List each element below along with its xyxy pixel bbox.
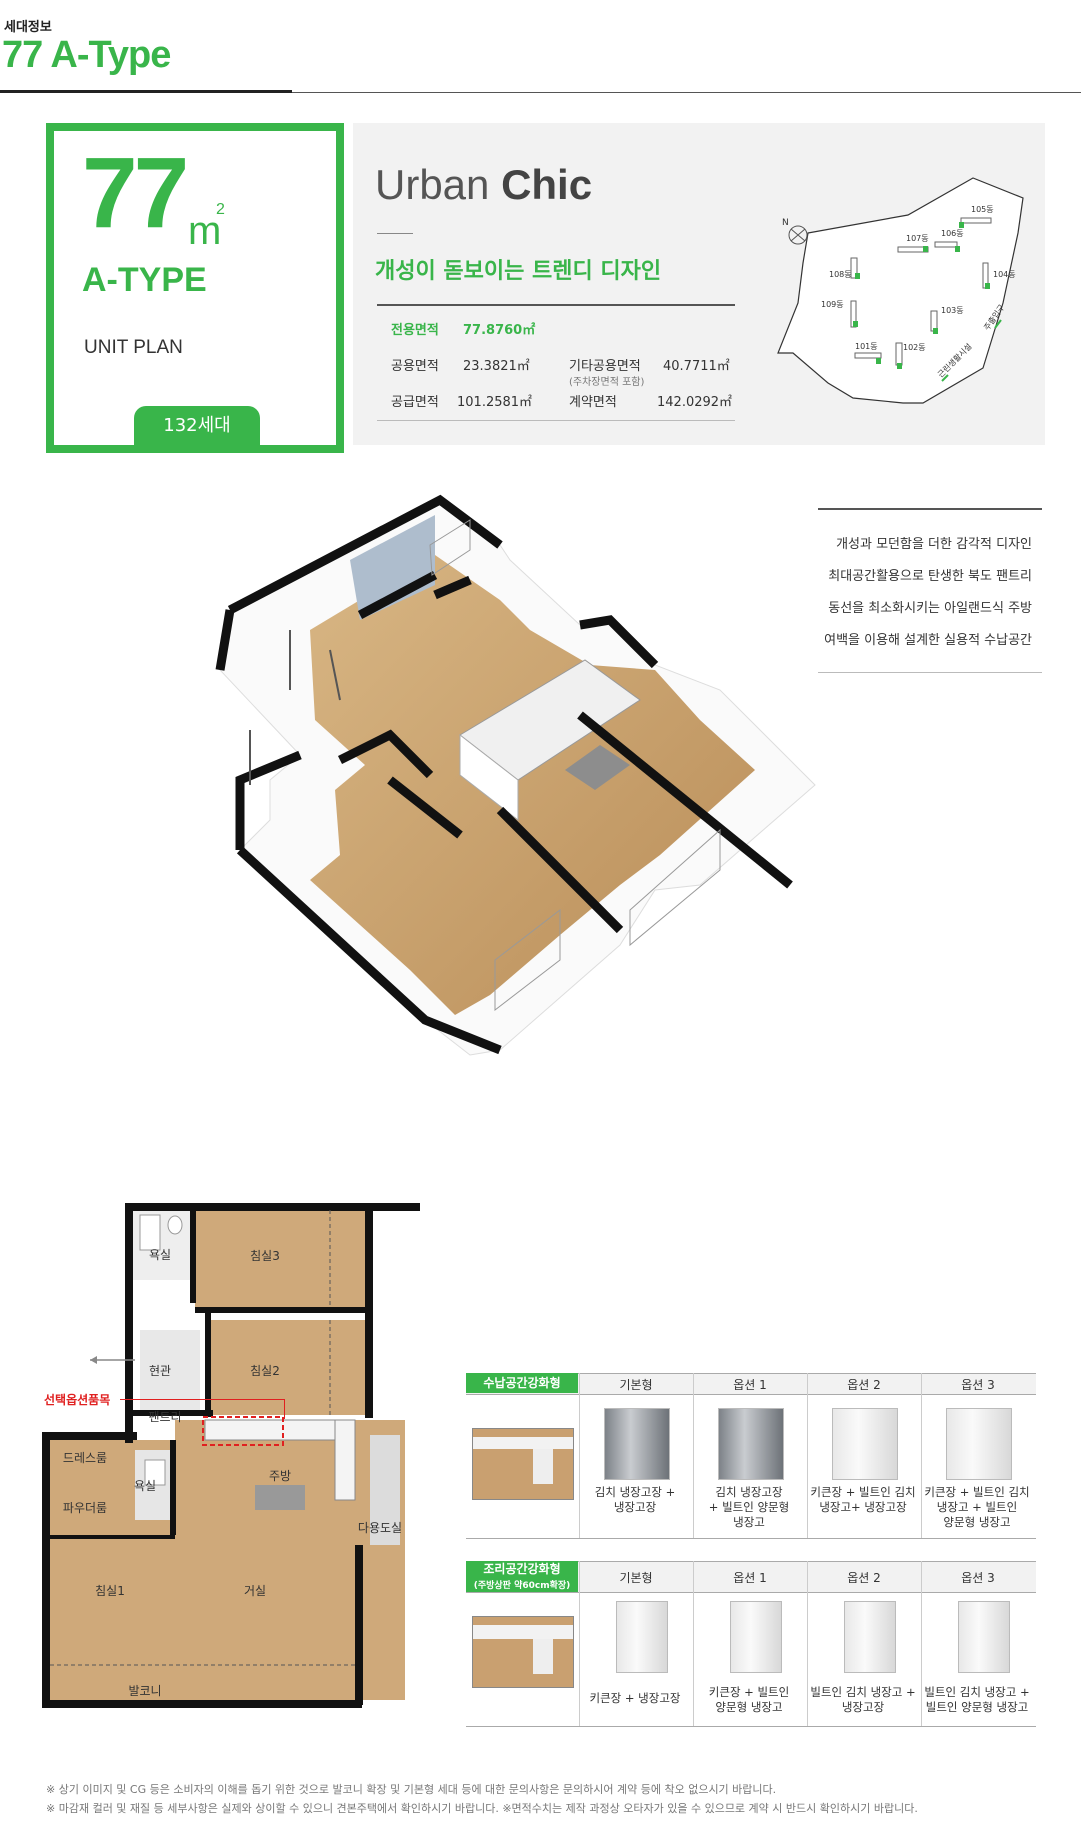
room-kitchen: 주방 <box>269 1469 291 1483</box>
area-info-panel: Urban Chic 개성이 돋보이는 트렌디 디자인 전용면적 77.8760… <box>353 123 1045 445</box>
column-header: 옵션 1 <box>733 1378 767 1392</box>
fridge-image <box>718 1408 784 1480</box>
svg-text:N: N <box>782 218 789 228</box>
features-top-rule <box>818 508 1042 510</box>
room-bath-2: 욕실 <box>134 1479 156 1493</box>
column-header: 기본형 <box>619 1571 653 1585</box>
option-caption: 키큰장 + 냉장고장 <box>589 1691 681 1705</box>
option-caption: 빌트인 김치 냉장고 + 빌트인 양문형 냉장고 <box>924 1685 1030 1714</box>
kitchen-thumbnail <box>472 1616 574 1688</box>
page-title: 77 A-Type <box>2 34 171 76</box>
unit-area-superscript: 2 <box>216 201 225 218</box>
cooking-option-tag: 조리공간강화형 (주방상판 약60cm확장) <box>466 1561 578 1592</box>
room-balcony: 발코니 <box>128 1684 161 1698</box>
option-callout-line <box>120 1399 285 1400</box>
room-bath-1: 욕실 <box>149 1248 171 1262</box>
feature-item: 개성과 모던함을 더한 감각적 디자인 <box>836 537 1032 552</box>
option-caption: 키큰장 + 빌트인 김치 냉장고+ 냉장고장 <box>810 1485 916 1514</box>
unit-area-number: 77 <box>82 137 189 249</box>
fridge-image <box>616 1601 668 1673</box>
option-caption: 키큰장 + 빌트인 양문형 냉장고 <box>708 1685 790 1714</box>
fridge-image <box>946 1408 1012 1480</box>
option-caption: 빌트인 김치 냉장고 + 냉장고장 <box>810 1685 916 1714</box>
storage-option-tag: 수납공간강화형 <box>466 1373 578 1393</box>
footnote: ※ 상기 이미지 및 CG 등은 소비자의 이해를 돕기 위한 것으로 발코니 … <box>46 1783 777 1796</box>
column-header: 옵션 2 <box>847 1378 881 1392</box>
fridge-image <box>832 1408 898 1480</box>
fridge-image <box>844 1601 896 1673</box>
unit-summary-box: 77 m 2 A-TYPE UNIT PLAN 132세대 <box>46 123 344 453</box>
header-accent-line <box>0 90 292 93</box>
building-101: 101동 <box>855 342 878 351</box>
heading-rule <box>377 233 413 234</box>
floor-plan-2d: 욕실 침실3 현관 침실2 팬트리 드레스룸 욕실 주방 파우더룸 다용도실 침… <box>42 1203 420 1708</box>
room-dressroom: 드레스룸 <box>63 1451 107 1465</box>
exclusive-area-label: 전용면적 <box>391 323 439 338</box>
cooking-option-table: 조리공간강화형 (주방상판 약60cm확장) 기본형 옵션 1 옵션 2 옵션 3… <box>466 1561 1036 1727</box>
exclusive-area-value: 77.8760㎡ <box>463 323 536 338</box>
table-top-rule <box>377 304 735 306</box>
room-powder: 파우더룸 <box>63 1501 107 1515</box>
building-107: 107동 <box>906 234 929 243</box>
isometric-floor-plan-render <box>215 494 816 1056</box>
room-living: 거실 <box>244 1584 266 1598</box>
site-map: N 105동 107동 106동 108동 104동 109동 103동 101… <box>777 177 1024 404</box>
footnote: ※ 마감재 컬러 및 재질 등 세부사항은 실제와 상이할 수 있으니 견본주택… <box>46 1802 918 1815</box>
room-bedroom-1: 침실1 <box>95 1584 125 1598</box>
building-103: 103동 <box>941 306 964 315</box>
room-pantry: 팬트리 <box>148 1410 181 1424</box>
room-bedroom-2: 침실2 <box>250 1364 280 1378</box>
unit-type-label: A-TYPE <box>82 261 207 299</box>
building-104: 104동 <box>993 270 1016 279</box>
column-header: 기본형 <box>619 1378 653 1392</box>
kitchen-thumbnail <box>472 1428 574 1500</box>
room-bedroom-3: 침실3 <box>250 1249 280 1263</box>
column-header: 옵션 3 <box>961 1378 995 1392</box>
building-109: 109동 <box>821 300 844 309</box>
storage-option-table: 수납공간강화형 기본형 옵션 1 옵션 2 옵션 3 김치 냉장고장 + 냉장고… <box>466 1373 1036 1539</box>
unit-plan-label: UNIT PLAN <box>84 337 183 358</box>
room-utility: 다용도실 <box>358 1521 402 1535</box>
household-count-badge: 132세대 <box>134 406 260 445</box>
option-callout-line-vertical <box>284 1399 285 1419</box>
common-area-value: 23.3821㎡ <box>463 359 530 374</box>
feature-item: 여백을 이용해 설계한 실용적 수납공간 <box>824 633 1032 648</box>
option-caption: 김치 냉장고장 + 빌트인 양문형 냉장고 <box>708 1485 790 1529</box>
column-header: 옵션 1 <box>733 1571 767 1585</box>
column-header: 옵션 3 <box>961 1571 995 1585</box>
contract-area-value: 142.0292㎡ <box>657 395 733 410</box>
concept-heading: Urban Chic <box>375 161 592 209</box>
room-entrance: 현관 <box>149 1364 171 1378</box>
option-caption: 키큰장 + 빌트인 김치 냉장고 + 빌트인 양문형 냉장고 <box>924 1485 1030 1529</box>
concept-slogan: 개성이 돋보이는 트렌디 디자인 <box>375 259 662 284</box>
common-area-label: 공용면적 <box>391 359 439 374</box>
feature-item: 최대공간활용으로 탄생한 북도 팬트리 <box>828 569 1032 584</box>
features-bottom-rule <box>818 672 1042 673</box>
concept-heading-light: Urban <box>375 161 502 208</box>
other-area-label: 기타공용면적 <box>569 359 641 374</box>
feature-item: 동선을 최소화시키는 아일랜드식 주방 <box>828 601 1032 616</box>
fridge-image <box>730 1601 782 1673</box>
building-105: 105동 <box>971 205 994 214</box>
other-area-value: 40.7711㎡ <box>663 359 730 374</box>
supply-area-value: 101.2581㎡ <box>457 395 533 410</box>
contract-area-label: 계약면적 <box>569 395 617 410</box>
option-caption: 김치 냉장고장 + 냉장고장 <box>594 1485 676 1514</box>
concept-heading-bold: Chic <box>501 161 593 208</box>
fridge-image <box>958 1601 1010 1673</box>
building-108: 108동 <box>829 270 852 279</box>
supply-area-label: 공급면적 <box>391 395 439 410</box>
other-area-sublabel: (주차장면적 포함) <box>569 377 645 388</box>
building-102: 102동 <box>903 343 926 352</box>
building-106: 106동 <box>941 229 964 238</box>
fridge-image <box>604 1408 670 1480</box>
section-label: 세대정보 <box>4 20 52 35</box>
option-callout-label: 선택옵션품목 <box>44 1393 111 1407</box>
table-bottom-rule <box>377 420 735 421</box>
column-header: 옵션 2 <box>847 1571 881 1585</box>
